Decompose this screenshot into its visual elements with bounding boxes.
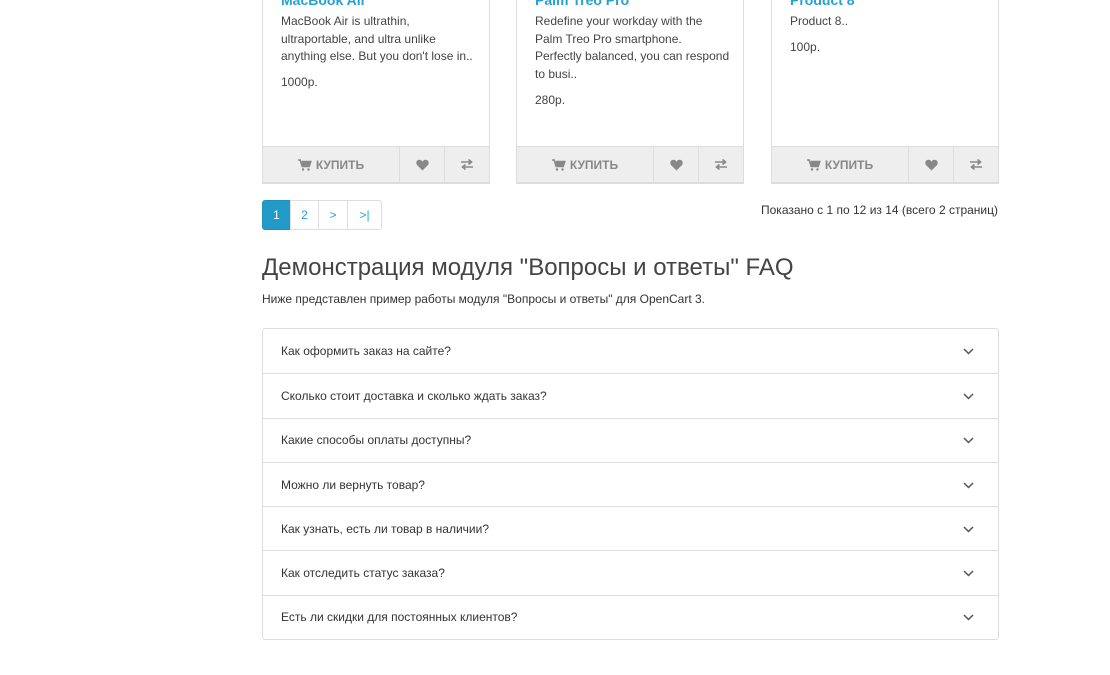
product-actions: Купить [516,146,744,183]
product-title[interactable]: MacBook Air [281,0,366,8]
product-description: MacBook Air is ultrathin, ultraportable,… [281,14,473,63]
faq-question: Какие способы оплаты доступны? [281,433,472,448]
pagination: 1 2 > >| [262,200,382,230]
faq-item[interactable]: Можно ли вернуть товар? [263,461,998,506]
chevron-down-icon [963,566,974,580]
buy-button-label: Купить [569,157,619,172]
chevron-down-icon [963,522,974,536]
faq-item[interactable]: Как отследить статус заказа? [263,550,998,594]
faq-accordion: Как оформить заказ на сайте? Сколько сто… [262,328,999,641]
product-card: Product 8 Product 8.. 100р. Купить [771,0,999,184]
faq-question: Как отследить статус заказа? [281,566,445,581]
product-actions: Купить [771,146,999,183]
compare-button[interactable] [699,147,743,182]
buy-button[interactable]: Купить [772,147,909,182]
heart-icon [415,159,429,171]
chevron-down-icon [963,433,974,447]
shopping-cart-icon [806,158,821,171]
product-price: 1000р. [281,75,318,89]
wishlist-button[interactable] [654,147,699,182]
page-last-link[interactable]: >| [347,200,382,230]
exchange-icon [460,159,474,170]
product-title[interactable]: Product 8 [790,0,855,8]
results-summary: Показано с 1 по 12 из 14 (всего 2 страни… [761,203,998,217]
heart-icon [924,159,938,171]
product-actions: Купить [262,146,490,183]
exchange-icon [714,159,728,170]
faq-item[interactable]: Есть ли скидки для постоянных клиентов? [263,594,998,639]
buy-button[interactable]: Купить [263,147,400,182]
faq-item[interactable]: Сколько стоит доставка и сколько ждать з… [263,373,998,417]
page-link-1[interactable]: 1 [262,200,291,230]
product-price: 280р. [535,93,566,107]
faq-item[interactable]: Как оформить заказ на сайте? [263,329,998,373]
faq-subtitle: Ниже представлен пример работы модуля "В… [262,292,706,306]
faq-item[interactable]: Как узнать, есть ли товар в наличии? [263,506,998,550]
compare-button[interactable] [445,147,489,182]
buy-button-label: Купить [315,157,365,172]
wishlist-button[interactable] [400,147,445,182]
page-next-link[interactable]: > [318,200,348,230]
product-title[interactable]: Palm Treo Pro [535,0,629,8]
chevron-down-icon [963,389,974,403]
faq-item[interactable]: Какие способы оплаты доступны? [263,417,998,462]
chevron-down-icon [963,610,974,624]
product-description: Redefine your workday with the Palm Treo… [535,14,730,81]
product-price: 100р. [790,40,821,54]
product-grid: MacBook Air MacBook Air is ultrathin, ul… [262,0,999,184]
shopping-cart-icon [551,158,566,171]
faq-question: Есть ли скидки для постоянных клиентов? [281,610,518,625]
faq-question: Как оформить заказ на сайте? [281,344,451,359]
buy-button-label: Купить [824,157,874,172]
faq-question: Сколько стоит доставка и сколько ждать з… [281,388,547,403]
faq-question: Как узнать, есть ли товар в наличии? [281,521,490,536]
product-card: MacBook Air MacBook Air is ultrathin, ul… [262,0,490,184]
faq-title: Демонстрация модуля "Вопросы и ответы" F… [262,254,794,281]
wishlist-button[interactable] [909,147,954,182]
product-card: Palm Treo Pro Redefine your workday with… [516,0,744,184]
heart-icon [669,159,683,171]
buy-button[interactable]: Купить [517,147,654,182]
faq-question: Можно ли вернуть товар? [281,477,425,492]
exchange-icon [969,159,983,170]
compare-button[interactable] [954,147,998,182]
chevron-down-icon [963,478,974,492]
page-link-2[interactable]: 2 [290,200,319,230]
product-description: Product 8.. [790,14,849,28]
shopping-cart-icon [297,158,312,171]
chevron-down-icon [963,344,974,358]
